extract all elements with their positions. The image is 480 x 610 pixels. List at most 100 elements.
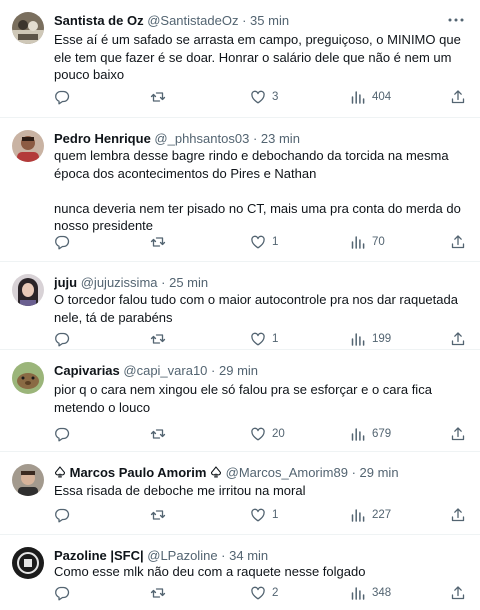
tweet[interactable]: Santista de Oz @SantistadeOz · 35 min Es… [0, 0, 480, 118]
reply-button[interactable] [54, 425, 76, 443]
view-count: 199 [372, 333, 392, 345]
tweet[interactable]: Pedro Henrique @_phhsantos03 · 23 min qu… [0, 118, 480, 262]
user-handle[interactable]: @_phhsantos03 [154, 131, 249, 146]
tweet-text: Essa risada de deboche me irritou na mor… [54, 483, 306, 498]
reply-button[interactable] [54, 506, 76, 524]
reply-button[interactable] [54, 330, 76, 348]
avatar[interactable] [12, 547, 44, 579]
user-handle[interactable]: @Marcos_Amorim89 [226, 465, 348, 480]
timestamp[interactable]: 23 min [261, 131, 300, 146]
view-count: 227 [372, 509, 392, 521]
reply-icon [54, 585, 70, 601]
spade-icon [54, 466, 66, 482]
like-button[interactable]: 2 [250, 584, 278, 602]
like-button[interactable]: 1 [250, 330, 278, 348]
avatar[interactable] [12, 130, 44, 162]
spade-icon [210, 466, 222, 482]
views-button[interactable]: 199 [350, 330, 391, 348]
separator-dot: · [242, 13, 247, 28]
avatar[interactable] [12, 362, 44, 394]
user-handle[interactable]: @LPazoline [147, 548, 217, 563]
tweet-header: Santista de Oz @SantistadeOz · 35 min [54, 12, 440, 30]
share-button[interactable] [450, 330, 466, 348]
separator-dot: · [221, 548, 226, 563]
display-name[interactable]: Marcos Paulo Amorim [70, 465, 207, 480]
timestamp[interactable]: 25 min [169, 275, 208, 290]
timestamp[interactable]: 35 min [250, 13, 289, 28]
tweet-header: juju @jujuzissima · 25 min [54, 274, 440, 292]
reply-button[interactable] [54, 584, 76, 602]
user-handle[interactable]: @capi_vara10 [123, 363, 207, 378]
action-bar: 2 348 [54, 584, 468, 602]
share-icon [450, 585, 466, 601]
retweet-button[interactable] [150, 425, 172, 443]
tweet-text: pior q o cara nem xingou ele só falou pr… [54, 382, 432, 415]
heart-icon [250, 426, 266, 442]
tweet[interactable]: Capivarias @capi_vara10 · 29 min pior q … [0, 350, 480, 452]
display-name[interactable]: Pazoline |SFC| [54, 548, 144, 563]
separator-dot: · [351, 465, 356, 480]
more-options-icon[interactable] [446, 10, 466, 30]
user-handle[interactable]: @jujuzissima [81, 275, 158, 290]
share-button[interactable] [450, 88, 466, 106]
share-button[interactable] [450, 233, 466, 251]
like-button[interactable]: 1 [250, 506, 278, 524]
share-icon [450, 507, 466, 523]
display-name[interactable]: Capivarias [54, 363, 120, 378]
avatar[interactable] [12, 274, 44, 306]
views-button[interactable]: 227 [350, 506, 391, 524]
like-count: 1 [272, 236, 279, 248]
views-chart-icon [350, 426, 366, 442]
timestamp[interactable]: 29 min [219, 363, 258, 378]
views-button[interactable]: 348 [350, 584, 391, 602]
retweet-button[interactable] [150, 506, 172, 524]
retweet-icon [150, 234, 166, 250]
share-button[interactable] [450, 506, 466, 524]
reply-icon [54, 89, 70, 105]
timestamp[interactable]: 29 min [360, 465, 399, 480]
retweet-icon [150, 89, 166, 105]
like-button[interactable]: 1 [250, 233, 278, 251]
share-icon [450, 89, 466, 105]
view-count: 348 [372, 587, 392, 599]
view-count: 404 [372, 91, 392, 103]
heart-icon [250, 89, 266, 105]
views-button[interactable]: 404 [350, 88, 391, 106]
share-icon [450, 331, 466, 347]
display-name[interactable]: Santista de Oz [54, 13, 144, 28]
retweet-button[interactable] [150, 88, 172, 106]
user-handle[interactable]: @SantistadeOz [147, 13, 238, 28]
like-count: 1 [272, 509, 279, 521]
tweet[interactable]: juju @jujuzissima · 25 min O torcedor fa… [0, 262, 480, 350]
avatar[interactable] [12, 12, 44, 44]
share-button[interactable] [450, 425, 466, 443]
display-name[interactable]: Pedro Henrique [54, 131, 151, 146]
tweet-header: Marcos Paulo Amorim @Marcos_Amorim89 · 2… [54, 464, 440, 482]
tweet[interactable]: Pazoline |SFC| @LPazoline · 34 min Como … [0, 535, 480, 610]
separator-dot: · [211, 363, 216, 378]
action-bar: 20 679 [54, 425, 468, 443]
tweet-text: Esse aí é um safado se arrasta em campo,… [54, 32, 461, 82]
views-chart-icon [350, 585, 366, 601]
views-button[interactable]: 70 [350, 233, 385, 251]
like-button[interactable]: 3 [250, 88, 278, 106]
separator-dot: · [161, 275, 166, 290]
retweet-icon [150, 585, 166, 601]
views-button[interactable]: 679 [350, 425, 391, 443]
timestamp[interactable]: 34 min [229, 548, 268, 563]
retweet-button[interactable] [150, 330, 172, 348]
reply-button[interactable] [54, 233, 76, 251]
retweet-button[interactable] [150, 584, 172, 602]
tweet-text: O torcedor falou tudo com o maior autoco… [54, 292, 458, 325]
view-count: 679 [372, 428, 392, 440]
like-button[interactable]: 20 [250, 425, 285, 443]
share-button[interactable] [450, 584, 466, 602]
retweet-icon [150, 331, 166, 347]
action-bar: 1 199 [54, 330, 468, 348]
retweet-button[interactable] [150, 233, 172, 251]
like-count: 3 [272, 91, 279, 103]
display-name[interactable]: juju [54, 275, 77, 290]
tweet[interactable]: Marcos Paulo Amorim @Marcos_Amorim89 · 2… [0, 452, 480, 535]
avatar[interactable] [12, 464, 44, 496]
reply-button[interactable] [54, 88, 76, 106]
